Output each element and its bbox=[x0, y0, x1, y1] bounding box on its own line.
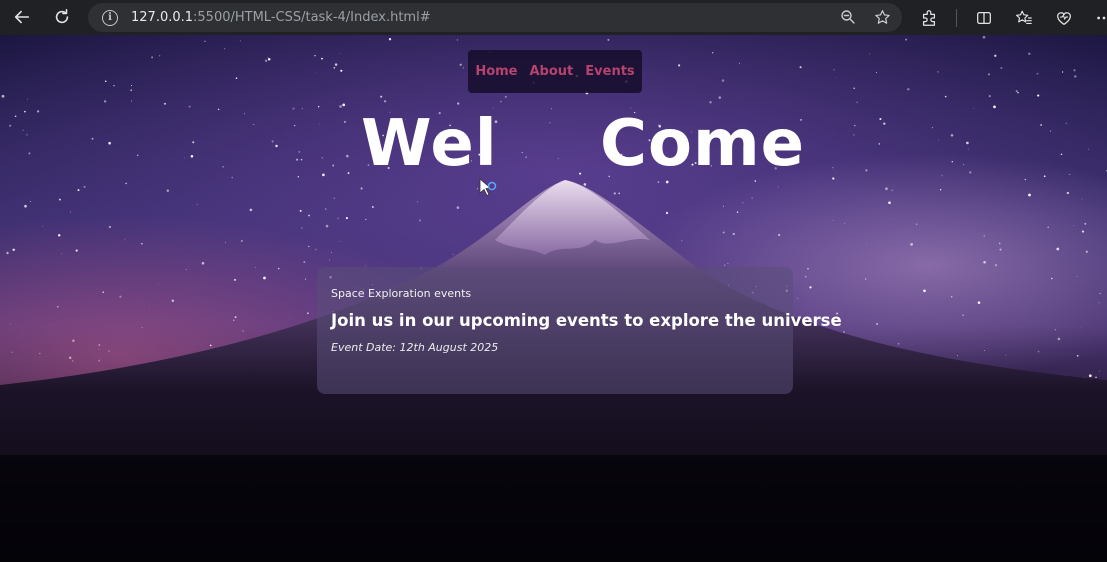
url-path: :5500/HTML-CSS/task-4/Index.html# bbox=[193, 10, 431, 25]
welcome-heading-left: Wel bbox=[361, 107, 498, 181]
page-viewport: Home About Events Wel Come Space Explora… bbox=[0, 35, 1107, 562]
extensions-icon[interactable] bbox=[916, 5, 942, 31]
event-date: Event Date: 12th August 2025 bbox=[331, 341, 499, 354]
event-tag: Space Exploration events bbox=[331, 287, 472, 300]
more-icon[interactable] bbox=[1091, 5, 1107, 31]
nav-link-about[interactable]: About bbox=[530, 64, 574, 79]
info-icon[interactable]: i bbox=[102, 9, 118, 26]
event-card: Space Exploration events Join us in our … bbox=[317, 267, 842, 394]
event-title: Join us in our upcoming events to explor… bbox=[331, 311, 842, 330]
url-text[interactable]: 127.0.0.1:5500/HTML-CSS/task-4/Index.htm… bbox=[131, 10, 431, 25]
back-button[interactable] bbox=[8, 3, 36, 31]
url-host: 127.0.0.1 bbox=[131, 10, 194, 25]
nav-link-events[interactable]: Events bbox=[585, 64, 634, 79]
browser-toolbar: i 127.0.0.1:5500/HTML-CSS/task-4/Index.h… bbox=[0, 0, 1107, 35]
mouse-cursor-icon bbox=[479, 178, 497, 197]
split-screen-icon[interactable] bbox=[971, 5, 997, 31]
favorites-icon[interactable] bbox=[1011, 5, 1037, 31]
address-bar[interactable]: i 127.0.0.1:5500/HTML-CSS/task-4/Index.h… bbox=[88, 3, 902, 32]
star-icon[interactable] bbox=[872, 7, 892, 27]
reload-icon bbox=[55, 8, 69, 24]
site-nav: Home About Events bbox=[468, 50, 642, 93]
reload-button[interactable] bbox=[48, 3, 76, 31]
nav-link-home[interactable]: Home bbox=[475, 64, 517, 79]
copilot-heart-icon[interactable] bbox=[1051, 5, 1077, 31]
zoom-icon[interactable] bbox=[838, 7, 858, 27]
welcome-heading-right: Come bbox=[600, 107, 806, 181]
back-icon bbox=[14, 10, 30, 24]
